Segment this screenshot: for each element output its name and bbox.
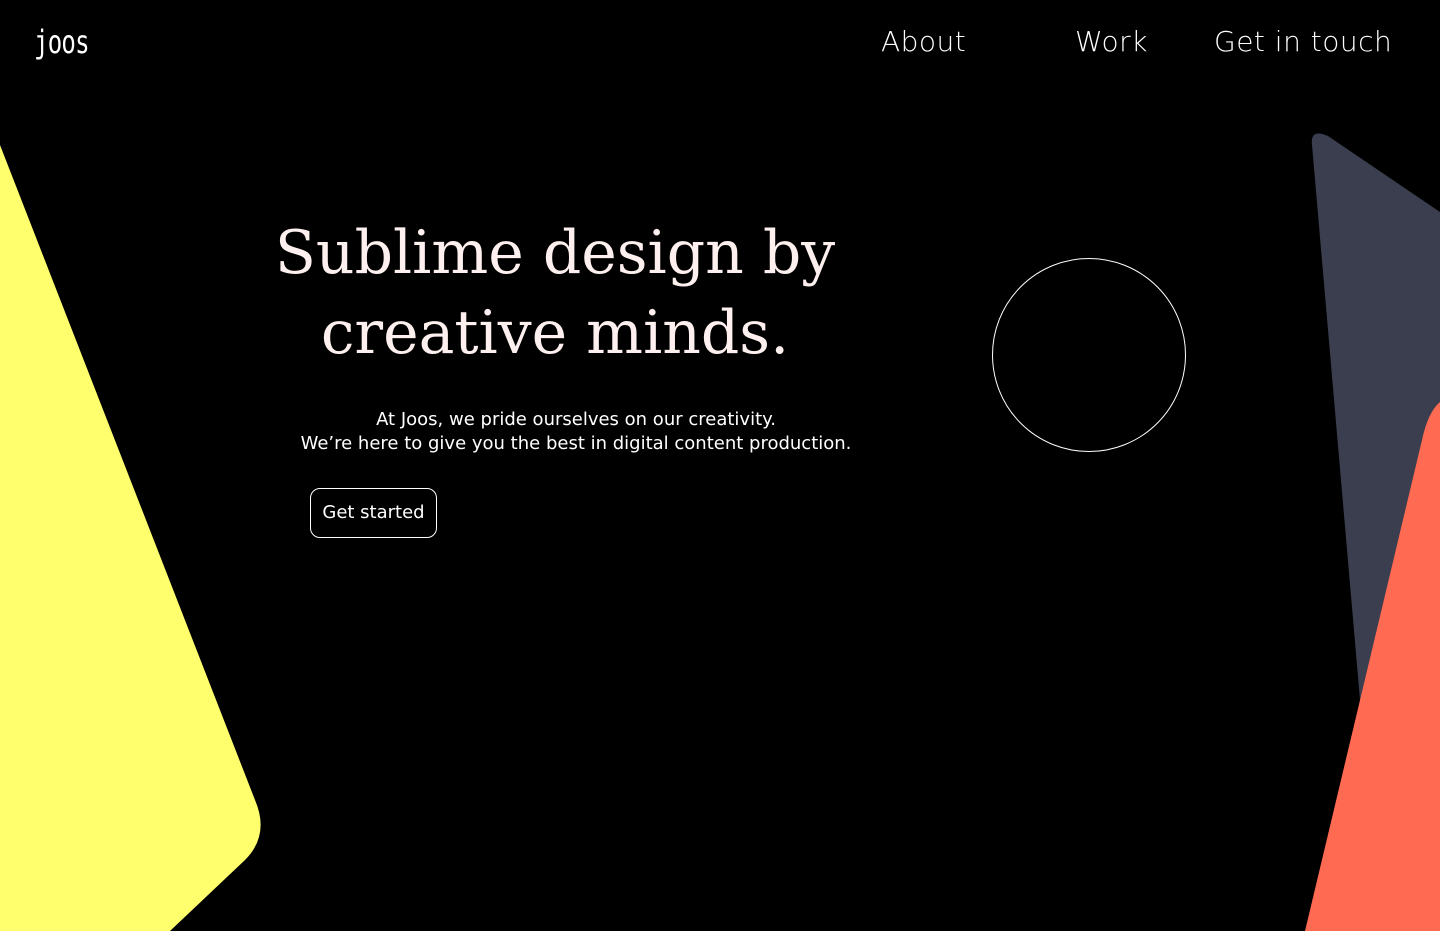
outline-circle xyxy=(992,258,1186,452)
hero-subtitle: At Joos, we pride ourselves on our creat… xyxy=(236,408,916,456)
get-started-button[interactable]: Get started xyxy=(310,488,437,538)
decorative-shapes xyxy=(0,133,1440,931)
nav-link-get-in-touch[interactable]: Get in touch xyxy=(1214,24,1392,60)
yellow-shape xyxy=(0,145,261,931)
nav-link-work[interactable]: Work xyxy=(1075,24,1148,60)
nav-link-about[interactable]: About xyxy=(881,24,966,60)
hero-title-line-1: Sublime design by xyxy=(274,218,836,288)
hero-subtitle-line-2: We’re here to give you the best in digit… xyxy=(300,433,852,454)
hero-subtitle-line-1: At Joos, we pride ourselves on our creat… xyxy=(376,409,776,430)
main-nav: About Work Get in touch xyxy=(0,24,1440,64)
hero-title-line-2: creative minds. xyxy=(320,298,790,368)
hero-title: Sublime design by creative minds. xyxy=(225,213,885,373)
landing-page: joos About Work Get in touch Sublime des… xyxy=(0,0,1440,931)
